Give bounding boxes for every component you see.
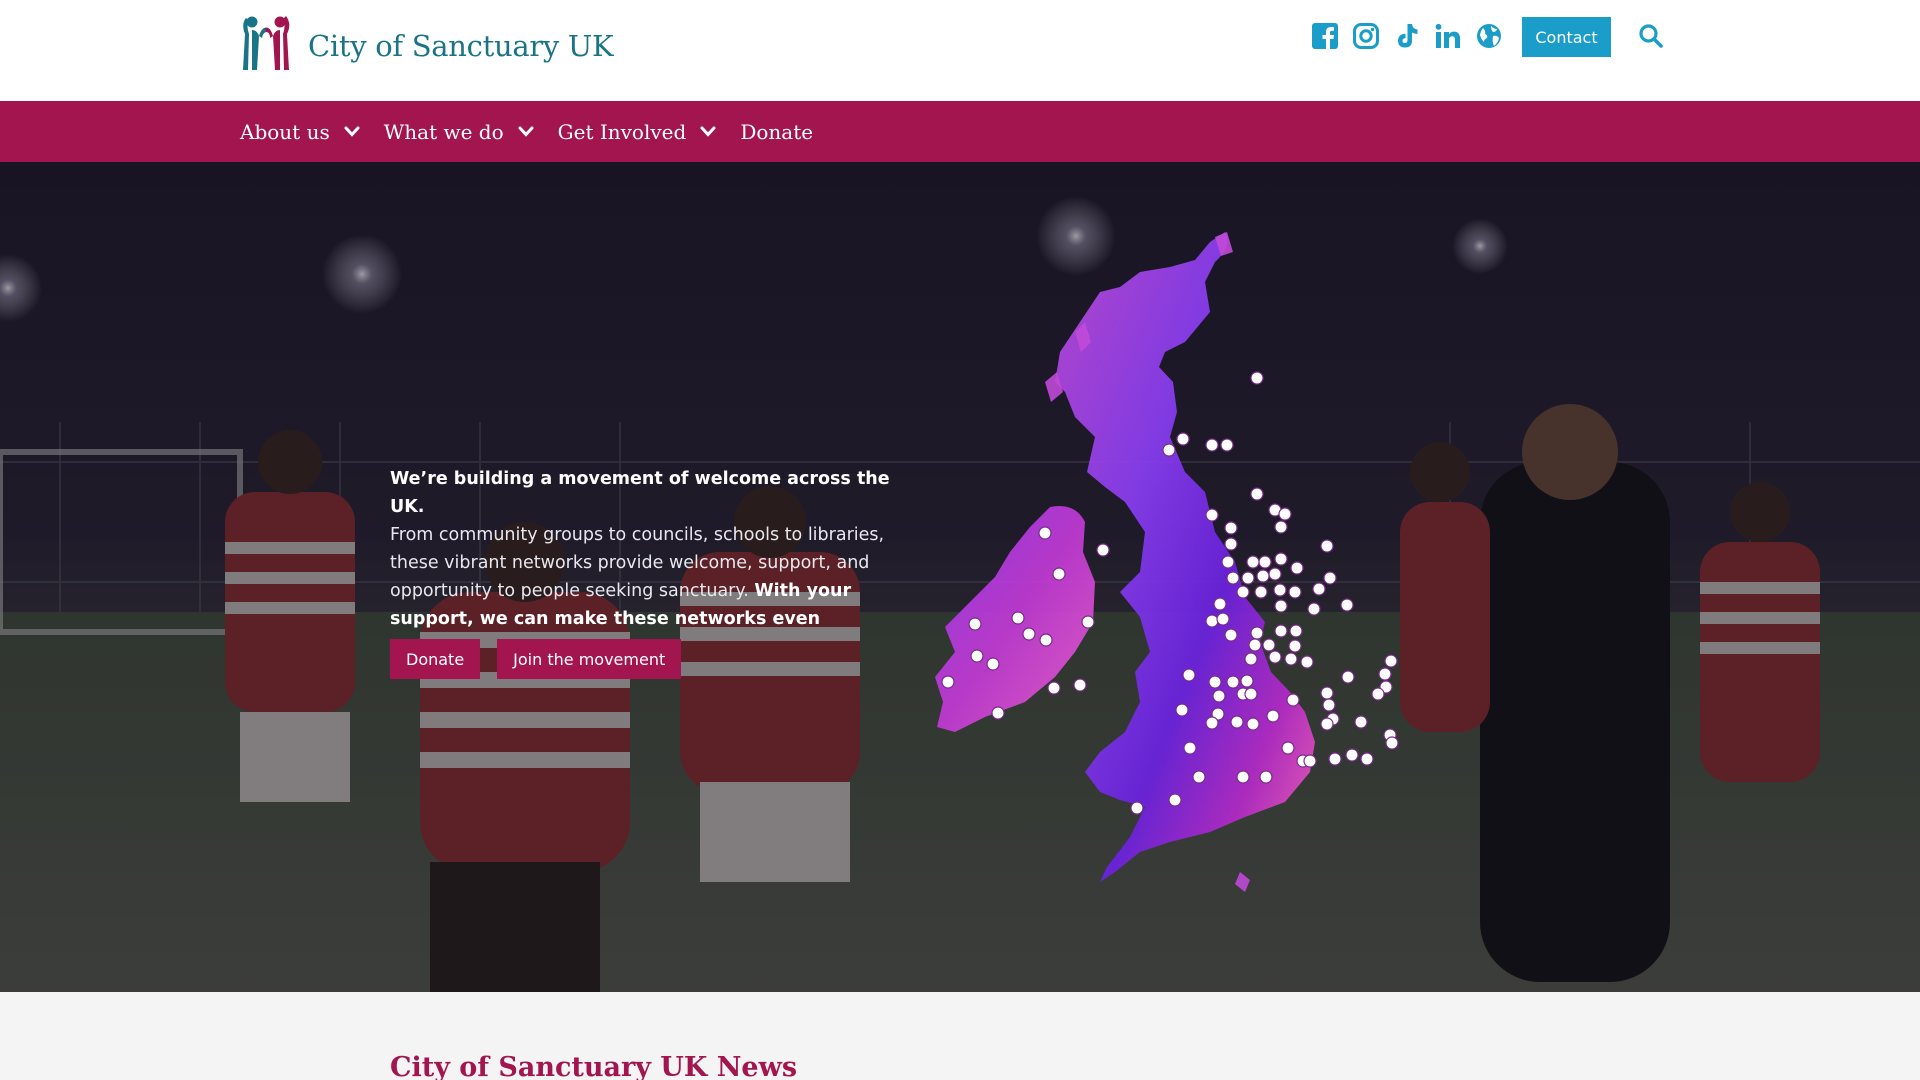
hero-intro-text: We’re building a movement of welcome acr… xyxy=(390,465,890,661)
site-header: City of Sanctuary UK Contact xyxy=(0,0,1920,101)
uk-network-map xyxy=(935,232,1399,892)
globe-icon[interactable] xyxy=(1474,20,1503,51)
logo-figures-icon xyxy=(243,16,290,70)
site-logo[interactable]: City of Sanctuary UK xyxy=(240,14,614,72)
chevron-down-icon xyxy=(518,126,534,137)
nav-item-what-we-do[interactable]: What we do xyxy=(384,120,534,144)
nav-item-about-us[interactable]: About us xyxy=(240,120,360,144)
nav-item-donate[interactable]: Donate xyxy=(740,120,813,144)
join-movement-button[interactable]: Join the movement xyxy=(497,639,682,679)
site-title: City of Sanctuary UK xyxy=(308,29,614,63)
hero-section: We’re building a movement of welcome acr… xyxy=(0,162,1920,992)
donate-button[interactable]: Donate xyxy=(390,639,481,679)
search-icon[interactable] xyxy=(1637,22,1665,50)
social-links xyxy=(1310,20,1503,51)
chevron-down-icon xyxy=(700,126,716,137)
facebook-icon[interactable] xyxy=(1310,20,1339,51)
nav-item-get-involved[interactable]: Get Involved xyxy=(558,120,717,144)
nav-item-label: Donate xyxy=(740,119,814,144)
tiktok-icon[interactable] xyxy=(1392,20,1421,51)
news-heading: City of Sanctuary UK News xyxy=(390,1052,798,1080)
instagram-icon[interactable] xyxy=(1351,20,1380,51)
nav-item-label: Get Involved xyxy=(557,119,687,144)
news-section: City of Sanctuary UK News xyxy=(0,992,1920,1080)
main-navigation: About us What we do Get Involved Donate xyxy=(0,101,1920,162)
hero-buttons: Donate Join the movement xyxy=(390,639,682,679)
contact-button[interactable]: Contact xyxy=(1522,17,1611,57)
nav-item-label: About us xyxy=(240,119,330,144)
hero-heading: We’re building a movement of welcome acr… xyxy=(390,469,890,517)
nav-item-label: What we do xyxy=(383,119,504,144)
chevron-down-icon xyxy=(344,126,360,137)
linkedin-icon[interactable] xyxy=(1433,20,1462,51)
